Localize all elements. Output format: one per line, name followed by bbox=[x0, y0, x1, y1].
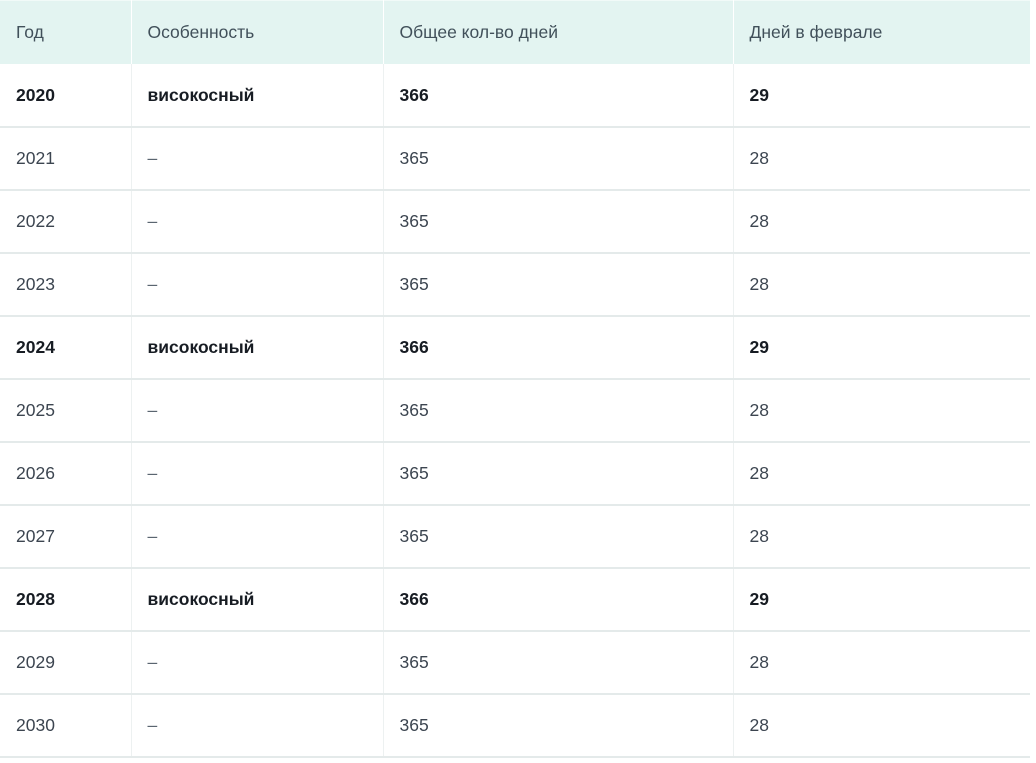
table-row: 2030–365 28 bbox=[0, 694, 1030, 758]
cell-year: 2028 bbox=[0, 568, 132, 632]
cell-feature: – bbox=[131, 631, 384, 695]
cell-february-days: 28 bbox=[733, 253, 1030, 317]
table-row: 2027–365 28 bbox=[0, 505, 1030, 569]
cell-total-days: 366 bbox=[383, 568, 734, 632]
cell-year: 2027 bbox=[0, 505, 132, 569]
cell-february-days: 29 bbox=[733, 316, 1030, 380]
cell-year: 2030 bbox=[0, 694, 132, 758]
cell-total-days: 365 bbox=[383, 442, 734, 506]
cell-total-days: 365 bbox=[383, 505, 734, 569]
table-header: Год Особенность Общее кол-во дней Дней в… bbox=[0, 0, 1030, 64]
cell-total-days: 365 bbox=[383, 631, 734, 695]
table-row: 2021–365 28 bbox=[0, 127, 1030, 191]
cell-feature: – bbox=[131, 505, 384, 569]
column-header-year[interactable]: Год bbox=[0, 0, 132, 64]
table-container: Год Особенность Общее кол-во дней Дней в… bbox=[0, 0, 1036, 763]
table-header-row: Год Особенность Общее кол-во дней Дней в… bbox=[0, 0, 1030, 64]
cell-total-days: 365 bbox=[383, 694, 734, 758]
cell-year: 2021 bbox=[0, 127, 132, 191]
table-row: 2028 високосный 366 29 bbox=[0, 568, 1030, 632]
cell-total-days: 365 bbox=[383, 127, 734, 191]
column-header-feb[interactable]: Дней в феврале bbox=[733, 0, 1030, 64]
cell-feature: – bbox=[131, 442, 384, 506]
column-header-total[interactable]: Общее кол-во дней bbox=[383, 0, 734, 64]
cell-feature: – bbox=[131, 190, 384, 254]
cell-february-days: 28 bbox=[733, 631, 1030, 695]
cell-total-days: 366 bbox=[383, 316, 734, 380]
cell-total-days: 365 bbox=[383, 253, 734, 317]
table-row: 2029–365 28 bbox=[0, 631, 1030, 695]
table-row: 2020 високосный 366 29 bbox=[0, 64, 1030, 128]
table-row: 2026–365 28 bbox=[0, 442, 1030, 506]
cell-february-days: 29 bbox=[733, 64, 1030, 128]
cell-feature: високосный bbox=[131, 316, 384, 380]
cell-february-days: 28 bbox=[733, 694, 1030, 758]
cell-year: 2025 bbox=[0, 379, 132, 443]
cell-year: 2023 bbox=[0, 253, 132, 317]
cell-year: 2022 bbox=[0, 190, 132, 254]
cell-year: 2024 bbox=[0, 316, 132, 380]
cell-total-days: 366 bbox=[383, 64, 734, 128]
cell-february-days: 28 bbox=[733, 127, 1030, 191]
table-body: 2020 високосный 366 29 2021–365 28 2022–365 28 2… bbox=[0, 64, 1030, 758]
cell-feature: високосный bbox=[131, 64, 384, 128]
table-row: 2023–365 28 bbox=[0, 253, 1030, 317]
table-row: 2022–365 28 bbox=[0, 190, 1030, 254]
cell-feature: – bbox=[131, 127, 384, 191]
cell-february-days: 29 bbox=[733, 568, 1030, 632]
leap-years-table: Год Особенность Общее кол-во дней Дней в… bbox=[0, 0, 1030, 758]
cell-year: 2020 bbox=[0, 64, 132, 128]
table-row: 2024 високосный 366 29 bbox=[0, 316, 1030, 380]
cell-feature: – bbox=[131, 253, 384, 317]
cell-feature: – bbox=[131, 379, 384, 443]
cell-feature: високосный bbox=[131, 568, 384, 632]
column-header-feature[interactable]: Особенность bbox=[131, 0, 384, 64]
cell-year: 2029 bbox=[0, 631, 132, 695]
cell-feature: – bbox=[131, 694, 384, 758]
cell-february-days: 28 bbox=[733, 505, 1030, 569]
table-row: 2025–365 28 bbox=[0, 379, 1030, 443]
cell-total-days: 365 bbox=[383, 190, 734, 254]
cell-total-days: 365 bbox=[383, 379, 734, 443]
cell-february-days: 28 bbox=[733, 379, 1030, 443]
cell-year: 2026 bbox=[0, 442, 132, 506]
cell-february-days: 28 bbox=[733, 442, 1030, 506]
cell-february-days: 28 bbox=[733, 190, 1030, 254]
